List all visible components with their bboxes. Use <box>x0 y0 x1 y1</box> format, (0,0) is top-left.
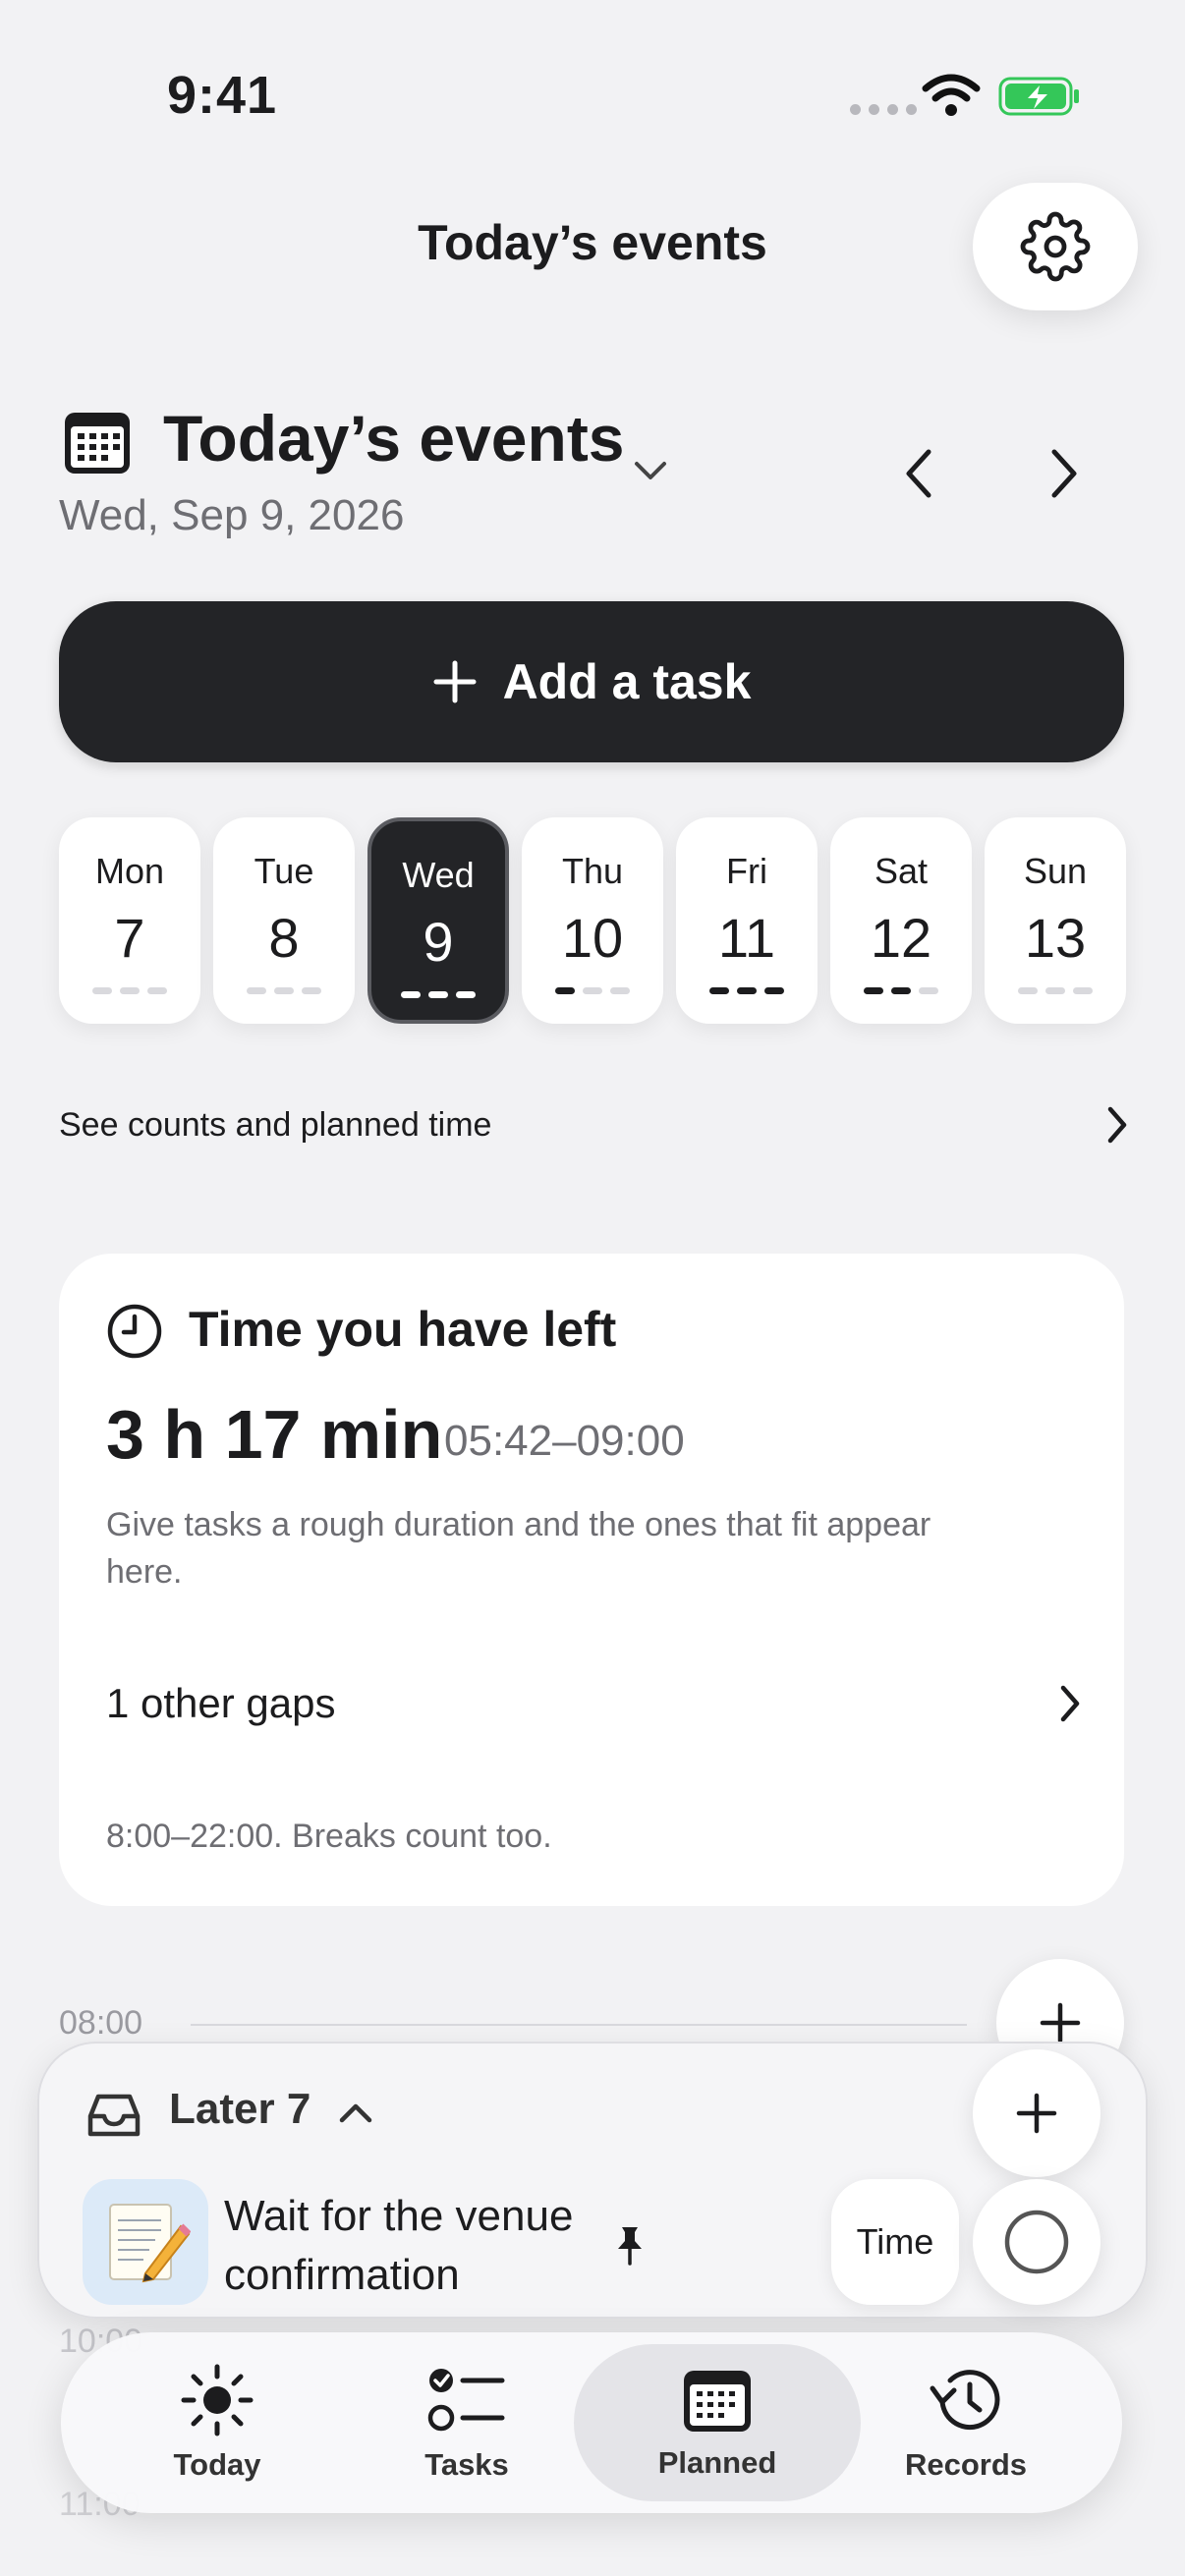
history-clock-icon <box>930 2370 1000 2431</box>
task-title[interactable]: Wait for the venue confirmation <box>224 2187 637 2305</box>
day-mon[interactable]: Mon 7 <box>59 817 200 1024</box>
day-name: Thu <box>561 851 624 891</box>
other-gaps-label: 1 other gaps <box>106 1680 336 1726</box>
day-wed[interactable]: Wed 9 <box>367 817 509 1024</box>
section-date: Wed, Sep 9, 2026 <box>59 491 405 539</box>
day-load-indicator <box>401 991 476 998</box>
previous-day-button[interactable] <box>884 432 953 515</box>
memo-pencil-icon <box>109 2204 191 2283</box>
inbox-tray-icon <box>87 2094 141 2137</box>
chevron-right-icon <box>1051 449 1077 498</box>
battery-charging-icon <box>998 77 1079 116</box>
set-time-button[interactable]: Time <box>831 2179 959 2305</box>
nav-planned-label: Planned <box>657 2445 777 2480</box>
gear-icon <box>1020 211 1091 282</box>
day-load-indicator <box>1018 987 1093 994</box>
day-name: Tue <box>254 851 314 891</box>
day-name: Wed <box>402 855 475 895</box>
day-name: Mon <box>94 851 165 891</box>
chevron-up-icon[interactable] <box>334 2093 377 2132</box>
day-sat[interactable]: Sat 12 <box>830 817 972 1024</box>
day-load-indicator <box>247 987 321 994</box>
status-time: 9:41 <box>167 66 278 125</box>
day-name: Sat <box>874 851 929 891</box>
calendar-icon <box>684 2371 751 2432</box>
hours-note: 8:00–22:00. Breaks count too. <box>106 1818 552 1855</box>
task-emoji <box>83 2179 208 2305</box>
section-title: Today’s events <box>163 402 625 475</box>
day-number: 7 <box>114 907 145 969</box>
time-card-description: Give tasks a rough duration and the ones… <box>106 1506 931 1591</box>
cellular-signal-icon <box>850 104 917 115</box>
complete-task-button[interactable] <box>973 2179 1100 2305</box>
day-fri[interactable]: Fri 11 <box>676 817 818 1024</box>
day-number: 13 <box>1024 907 1087 969</box>
settings-button[interactable] <box>973 183 1138 310</box>
day-number: 11 <box>717 907 776 969</box>
nav-today[interactable]: Today <box>104 2344 330 2501</box>
day-load-indicator <box>92 987 167 994</box>
time-left-amount: 3 h 17 min <box>106 1396 443 1473</box>
chevron-down-icon[interactable] <box>629 450 672 493</box>
chevron-right-icon <box>1060 1685 1080 1722</box>
later-add-button[interactable] <box>973 2049 1100 2177</box>
day-sun[interactable]: Sun 13 <box>985 817 1126 1024</box>
day-thu[interactable]: Thu 10 <box>522 817 663 1024</box>
day-number: 9 <box>423 911 454 973</box>
day-number: 8 <box>268 907 300 969</box>
week-strip: Mon 7 Tue 8 Wed 9 Thu 10 Fri 11 Sat 12 Sun 13 <box>59 817 1126 1024</box>
nav-tasks[interactable]: Tasks <box>354 2344 580 2501</box>
day-number: 12 <box>870 907 932 969</box>
day-load-indicator <box>709 987 784 994</box>
nav-records-label: Records <box>904 2447 1028 2482</box>
circle-checkbox-icon <box>1004 2210 1069 2274</box>
plus-icon <box>1016 2093 1057 2134</box>
add-task-button[interactable]: Add a task <box>59 601 1124 762</box>
chevron-left-icon <box>906 449 931 498</box>
timeline-hour-line <box>191 2024 967 2026</box>
later-label[interactable]: Later 7 <box>169 2085 310 2134</box>
see-counts-label: See counts and planned time <box>59 1105 492 1144</box>
nav-today-label: Today <box>173 2447 261 2482</box>
time-left-range: 05:42–09:00 <box>444 1417 685 1465</box>
day-name: Sun <box>1023 851 1088 891</box>
day-load-indicator <box>555 987 630 994</box>
day-tue[interactable]: Tue 8 <box>213 817 355 1024</box>
nav-planned[interactable]: Planned <box>574 2344 861 2501</box>
nav-tasks-label: Tasks <box>424 2447 509 2482</box>
add-task-label: Add a task <box>502 654 752 709</box>
chevron-right-icon <box>1107 1106 1127 1144</box>
nav-records[interactable]: Records <box>853 2344 1079 2501</box>
calendar-icon <box>65 413 130 474</box>
plus-icon <box>1040 2002 1081 2044</box>
clock-icon <box>107 1304 162 1359</box>
next-day-button[interactable] <box>1030 432 1099 515</box>
other-gaps-row[interactable]: 1 other gaps <box>106 1674 1083 1733</box>
wifi-icon <box>922 74 981 116</box>
day-number: 10 <box>561 907 624 969</box>
day-name: Fri <box>726 851 767 891</box>
time-card-title: Time you have left <box>189 1302 617 1357</box>
timeline-hour-label: 08:00 <box>59 2004 143 2042</box>
plus-icon <box>433 660 477 703</box>
day-load-indicator <box>864 987 938 994</box>
pin-icon <box>618 2227 642 2266</box>
checklist-icon <box>427 2369 505 2432</box>
see-counts-link[interactable]: See counts and planned time <box>59 1100 1130 1149</box>
sun-icon <box>181 2364 254 2436</box>
